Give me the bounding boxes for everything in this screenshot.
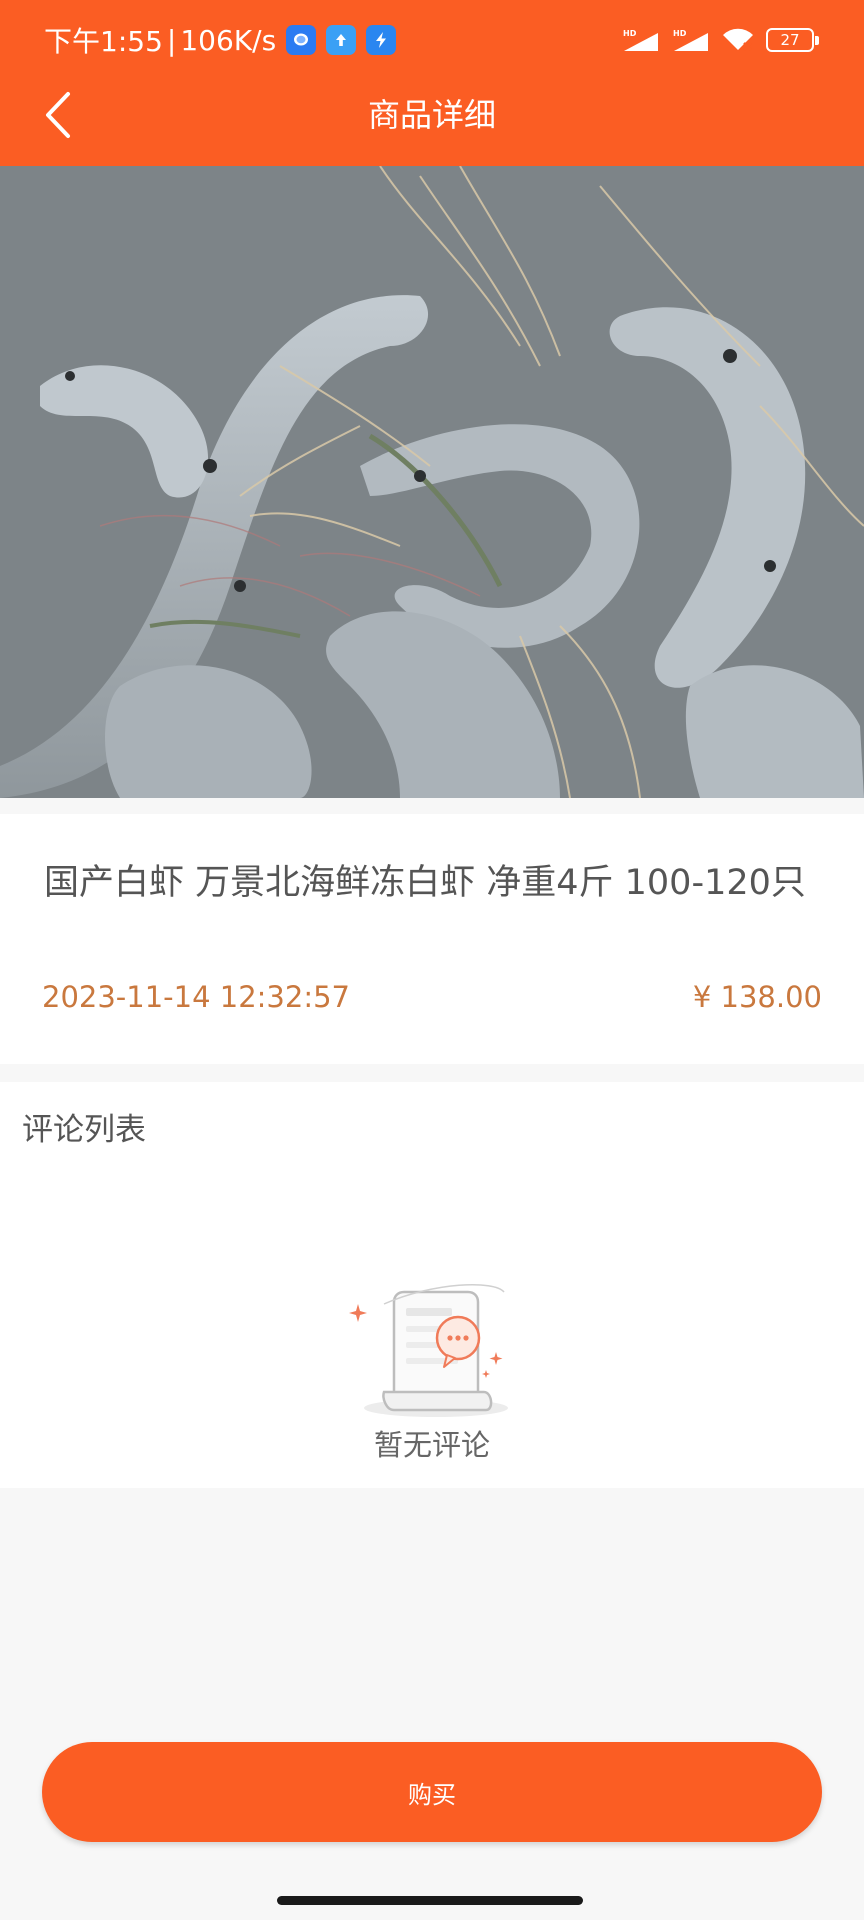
- network-speed: 106K/s: [180, 23, 277, 57]
- comments-title: 评论列表: [22, 1112, 146, 1148]
- buy-button[interactable]: 购买: [42, 1742, 822, 1842]
- signal-hd-icon: HD: [623, 29, 658, 51]
- status-time: 下午1:55: [44, 25, 163, 58]
- comments-section: 评论列表 暂无评论: [0, 1082, 864, 1488]
- product-date: 2023-11-14 12:32:57: [42, 980, 350, 1014]
- upload-app-icon: [326, 25, 357, 55]
- flash-app-icon: [366, 25, 397, 55]
- product-info-card: 国产白虾 万景北海鲜冻白虾 净重4斤 100-120只 2023-11-14 1…: [0, 814, 864, 1064]
- message-app-icon: [286, 25, 317, 55]
- product-name: 国产白虾 万景北海鲜冻白虾 净重4斤 100-120只: [44, 863, 806, 903]
- product-image[interactable]: [0, 166, 864, 798]
- shrimp-photo: [0, 166, 864, 798]
- svg-text:HD: HD: [623, 29, 637, 38]
- status-bar: 下午1:55 | 106K/s HD HD 27: [0, 0, 864, 78]
- empty-comments-text: 暂无评论: [373, 1428, 490, 1462]
- status-left: 下午1:55 | 106K/s: [44, 20, 397, 60]
- wifi-icon: [723, 28, 753, 51]
- product-price: ¥ 138.00: [692, 980, 822, 1014]
- svg-text:HD: HD: [673, 29, 687, 38]
- status-separator: |: [166, 23, 177, 57]
- battery-indicator: 27: [766, 28, 819, 52]
- status-right: HD HD 27: [622, 22, 819, 58]
- signal-hd-icon: HD: [673, 29, 708, 51]
- page-title: 商品详细: [367, 96, 496, 134]
- empty-comments-icon: [344, 1272, 520, 1422]
- app-header: 下午1:55 | 106K/s HD HD 27 商品详细: [0, 0, 864, 166]
- home-indicator[interactable]: [277, 1896, 583, 1905]
